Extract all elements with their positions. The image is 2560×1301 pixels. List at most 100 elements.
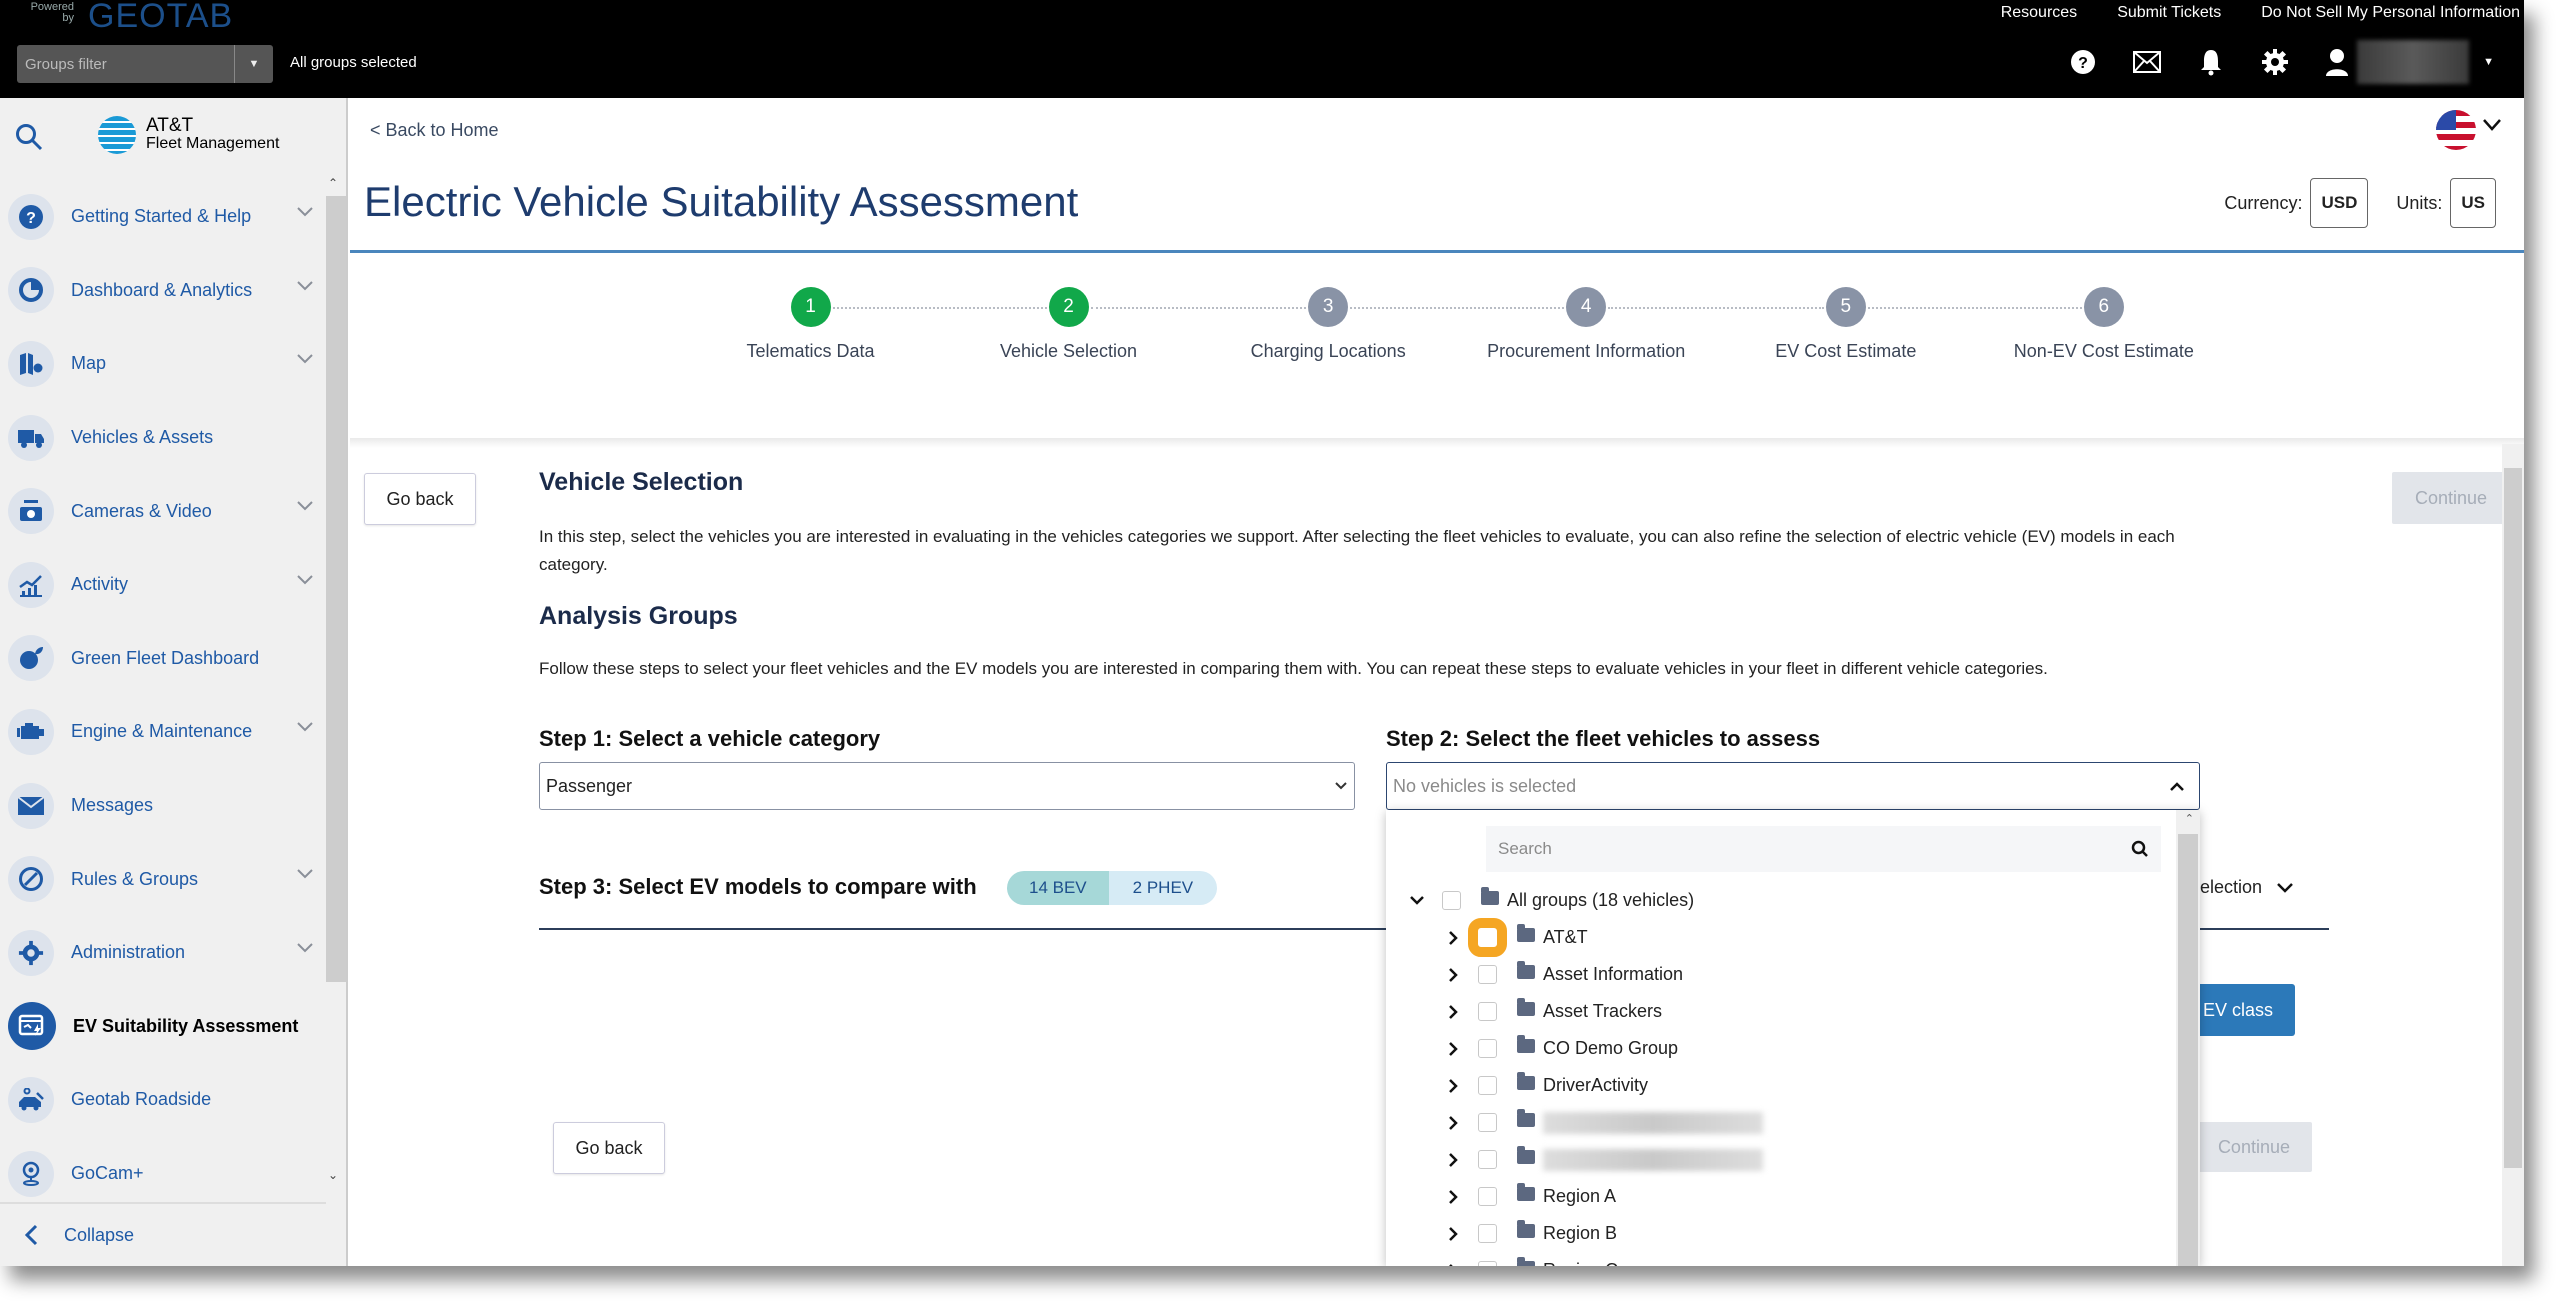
submit-tickets-link[interactable]: Submit Tickets bbox=[2117, 4, 2221, 22]
expand-toggle[interactable] bbox=[1442, 1152, 1464, 1168]
sidebar-item-ev-suitability-assessment[interactable]: EV Suitability Assessment bbox=[8, 990, 326, 1064]
step-3[interactable]: 3 Charging Locations bbox=[1198, 287, 1458, 362]
sidebar-item-geotab-roadside[interactable]: Geotab Roadside bbox=[8, 1063, 326, 1137]
sidebar-item-dashboard-analytics[interactable]: Dashboard & Analytics bbox=[8, 254, 326, 328]
redacted-group-label[interactable] bbox=[1543, 1148, 1763, 1171]
bev-badge[interactable]: 14 BEV bbox=[1007, 871, 1109, 905]
redacted-group-label[interactable] bbox=[1543, 1111, 1763, 1134]
step-1[interactable]: 1 Telematics Data bbox=[681, 287, 941, 362]
group-checkbox[interactable] bbox=[1478, 1076, 1497, 1095]
sidebar-search-button[interactable] bbox=[14, 122, 44, 157]
group-checkbox[interactable] bbox=[1478, 1187, 1497, 1206]
step-6[interactable]: 6 Non-EV Cost Estimate bbox=[1974, 287, 2234, 362]
chevron-down-icon[interactable]: ⌄ bbox=[328, 1168, 338, 1182]
chevron-down-icon[interactable] bbox=[296, 500, 314, 512]
chevron-down-icon[interactable] bbox=[296, 721, 314, 733]
group-label[interactable]: Asset Trackers bbox=[1543, 1001, 1662, 1022]
chevron-up-icon[interactable]: ⌃ bbox=[328, 176, 338, 190]
us-flag-icon[interactable] bbox=[2436, 110, 2476, 150]
group-label[interactable]: CO Demo Group bbox=[1543, 1038, 1678, 1059]
phev-badge[interactable]: 2 PHEV bbox=[1108, 871, 1218, 905]
group-search-input[interactable] bbox=[1498, 839, 2131, 859]
go-back-button-top[interactable]: Go back bbox=[364, 473, 476, 525]
chevron-down-icon[interactable] bbox=[296, 574, 314, 586]
sidebar-item-messages[interactable]: Messages bbox=[8, 769, 326, 843]
group-checkbox[interactable] bbox=[1478, 1039, 1497, 1058]
user-menu[interactable]: ▼ bbox=[2325, 40, 2494, 84]
units-button[interactable]: US bbox=[2450, 178, 2496, 228]
engine-icon bbox=[8, 708, 54, 755]
sidebar-item-gocam[interactable]: GoCam+ bbox=[8, 1137, 326, 1211]
settings-button[interactable] bbox=[2261, 48, 2289, 76]
collapse-button[interactable]: Collapse bbox=[0, 1202, 326, 1266]
expand-toggle[interactable] bbox=[1442, 1078, 1464, 1094]
group-label[interactable]: All groups (18 vehicles) bbox=[1507, 890, 1694, 911]
group-label[interactable]: DriverActivity bbox=[1543, 1075, 1648, 1096]
group-checkbox[interactable] bbox=[1442, 891, 1461, 910]
main-scrollbar-thumb[interactable] bbox=[2504, 468, 2522, 1168]
sidebar-item-activity[interactable]: Activity bbox=[8, 548, 326, 622]
group-checkbox[interactable] bbox=[1478, 965, 1497, 984]
groups-filter[interactable]: Groups filter ▼ bbox=[17, 45, 273, 83]
group-label[interactable]: Asset Information bbox=[1543, 964, 1683, 985]
sidebar-item-rules-groups[interactable]: Rules & Groups bbox=[8, 842, 326, 916]
expand-toggle[interactable] bbox=[1442, 930, 1464, 946]
sidebar-scrollbar-thumb[interactable] bbox=[326, 196, 346, 982]
sidebar-item-getting-started-help[interactable]: ? Getting Started & Help bbox=[8, 180, 326, 254]
dropdown-scrollbar-thumb[interactable] bbox=[2178, 834, 2198, 1266]
chevron-right-icon bbox=[1448, 1263, 1453, 1266]
group-checkbox[interactable] bbox=[1478, 1224, 1497, 1243]
expand-toggle[interactable] bbox=[1442, 967, 1464, 983]
group-checkbox[interactable] bbox=[1478, 1150, 1497, 1169]
expand-toggle[interactable] bbox=[1442, 1263, 1464, 1266]
fleet-vehicles-select[interactable]: No vehicles is selected bbox=[1386, 762, 2200, 810]
sidebar-item-cameras-video[interactable]: Cameras & Video bbox=[8, 474, 326, 548]
currency-button[interactable]: USD bbox=[2310, 178, 2369, 228]
group-label[interactable]: Region B bbox=[1543, 1223, 1617, 1244]
group-label[interactable]: Region A bbox=[1543, 1186, 1616, 1207]
groups-filter-dropdown-button[interactable]: ▼ bbox=[235, 45, 273, 83]
sidebar-item-vehicles-assets[interactable]: Vehicles & Assets bbox=[8, 401, 326, 475]
expand-toggle[interactable] bbox=[1442, 1041, 1464, 1057]
sidebar-item-green-fleet-dashboard[interactable]: Green Fleet Dashboard bbox=[8, 622, 326, 696]
chevron-down-icon bbox=[1335, 782, 1347, 790]
expand-toggle[interactable] bbox=[1442, 1115, 1464, 1131]
step-5[interactable]: 5 EV Cost Estimate bbox=[1716, 287, 1976, 362]
groups-filter-input[interactable]: Groups filter bbox=[17, 45, 235, 83]
step-2[interactable]: 2 Vehicle Selection bbox=[939, 287, 1199, 362]
sidebar-item-map[interactable]: Map bbox=[8, 327, 326, 401]
chevron-down-icon[interactable] bbox=[296, 868, 314, 880]
step-4[interactable]: 4 Procurement Information bbox=[1456, 287, 1716, 362]
expand-toggle[interactable] bbox=[1406, 895, 1428, 906]
group-checkbox[interactable] bbox=[1468, 918, 1507, 957]
messages-button[interactable] bbox=[2133, 48, 2162, 76]
chevron-down-icon[interactable] bbox=[296, 353, 314, 365]
sidebar-item-administration[interactable]: Administration bbox=[8, 916, 326, 990]
language-chevron-down-icon[interactable] bbox=[2482, 118, 2502, 132]
chevron-down-icon[interactable] bbox=[296, 206, 314, 218]
sidebar-item-label: Green Fleet Dashboard bbox=[71, 647, 260, 668]
group-checkbox[interactable] bbox=[1478, 1113, 1497, 1132]
back-to-home-link[interactable]: < Back to Home bbox=[370, 120, 499, 141]
resources-link[interactable]: Resources bbox=[2001, 4, 2077, 22]
continue-button-top[interactable]: Continue bbox=[2392, 472, 2510, 524]
chevron-down-icon[interactable] bbox=[296, 942, 314, 954]
group-checkbox[interactable] bbox=[1478, 1002, 1497, 1021]
expand-toggle[interactable] bbox=[1442, 1189, 1464, 1205]
folder-icon bbox=[1517, 960, 1535, 979]
do-not-sell-link[interactable]: Do Not Sell My Personal Information bbox=[2261, 4, 2520, 22]
selection-dropdown[interactable]: election bbox=[2200, 877, 2294, 898]
vehicle-category-select[interactable]: Passenger bbox=[539, 762, 1355, 810]
chevron-up-icon[interactable]: ⌃ bbox=[2185, 812, 2194, 825]
help-button[interactable]: ? bbox=[2069, 48, 2097, 76]
expand-toggle[interactable] bbox=[1442, 1004, 1464, 1020]
expand-toggle[interactable] bbox=[1442, 1226, 1464, 1242]
group-label[interactable]: AT&T bbox=[1543, 927, 1588, 948]
notifications-button[interactable] bbox=[2197, 48, 2225, 76]
group-label[interactable]: Region C bbox=[1543, 1260, 1618, 1266]
sidebar-item-engine-maintenance[interactable]: Engine & Maintenance bbox=[8, 695, 326, 769]
group-search-field[interactable] bbox=[1486, 826, 2161, 872]
group-checkbox[interactable] bbox=[1478, 1261, 1497, 1266]
go-back-button-bottom[interactable]: Go back bbox=[553, 1122, 665, 1174]
chevron-down-icon[interactable] bbox=[296, 280, 314, 292]
